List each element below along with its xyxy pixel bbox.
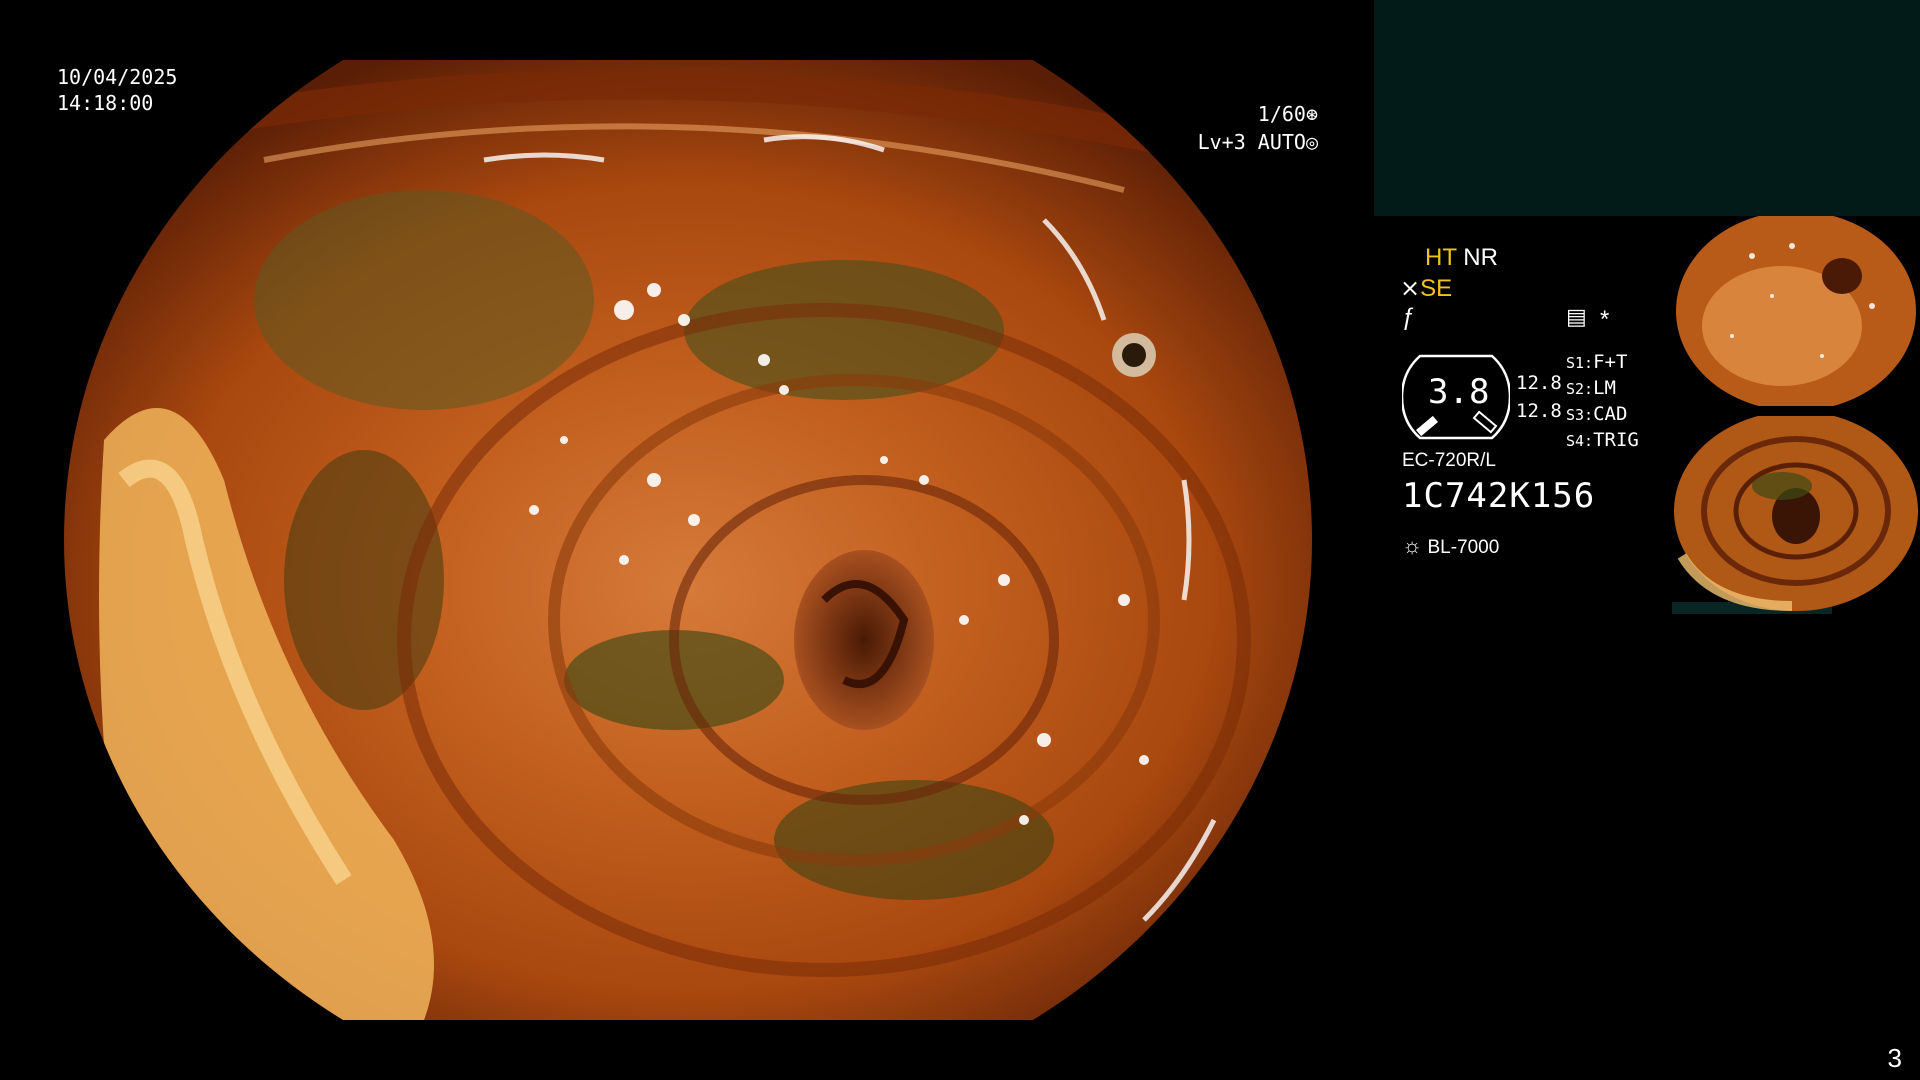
auto-iris-icon: ◎ xyxy=(1305,130,1318,154)
se-line: ⨯SE xyxy=(1400,274,1452,303)
gauge-left-2: 12.8 xyxy=(1516,400,1562,422)
asterisk-indicator: * xyxy=(1600,306,1610,333)
record-icon: ▤ xyxy=(1566,304,1587,329)
date-text: 10/04/2025 xyxy=(57,65,178,89)
page-number: 3 xyxy=(1887,1043,1902,1073)
setting-row: S1:F+T xyxy=(1566,351,1628,373)
level-text: Lv+3 AUTO xyxy=(1197,130,1306,154)
scope-model: EC-720R/L xyxy=(1402,450,1496,471)
datetime-display: 10/04/2025 14:18:00 xyxy=(57,64,177,116)
iris-gauge: 3.8 xyxy=(1400,352,1512,442)
shutter-speed: 1/60 xyxy=(1257,102,1306,126)
ht-indicator: HT xyxy=(1425,244,1457,271)
mode-indicators: HT NR xyxy=(1425,244,1498,272)
setting-row: S2:LM xyxy=(1566,377,1616,399)
shutter-icon: ⊛ xyxy=(1305,102,1318,126)
light-source-text: BL-7000 xyxy=(1427,537,1500,558)
setting-row: S3:CAD xyxy=(1566,403,1628,425)
scope-settings: S1:F+T S2:LM S3:CAD S4:TRIG xyxy=(1566,350,1639,454)
light-source: ☼ BL-7000 xyxy=(1402,533,1499,559)
se-indicator: SE xyxy=(1420,275,1453,302)
gauge-value: 3.8 xyxy=(1428,372,1490,412)
thumbnail-2[interactable] xyxy=(1672,416,1920,614)
filter-icon: ƒ xyxy=(1402,304,1416,331)
nr-indicator: NR xyxy=(1463,244,1498,271)
gauge-left-1: 12.8 xyxy=(1516,372,1562,394)
scope-serial: 1C742K156 xyxy=(1402,476,1596,516)
status-panel xyxy=(1374,0,1920,216)
setting-row: S4:TRIG xyxy=(1566,429,1639,451)
thumbnail-1[interactable] xyxy=(1672,216,1920,406)
endoscopy-view xyxy=(64,60,1312,1020)
lamp-icon: ☼ xyxy=(1402,533,1423,558)
structure-icon: ⨯ xyxy=(1400,275,1421,302)
exposure-readout: 1/60⊛ Lv+3 AUTO◎ xyxy=(1198,100,1318,156)
time-text: 14:18:00 xyxy=(57,91,154,115)
